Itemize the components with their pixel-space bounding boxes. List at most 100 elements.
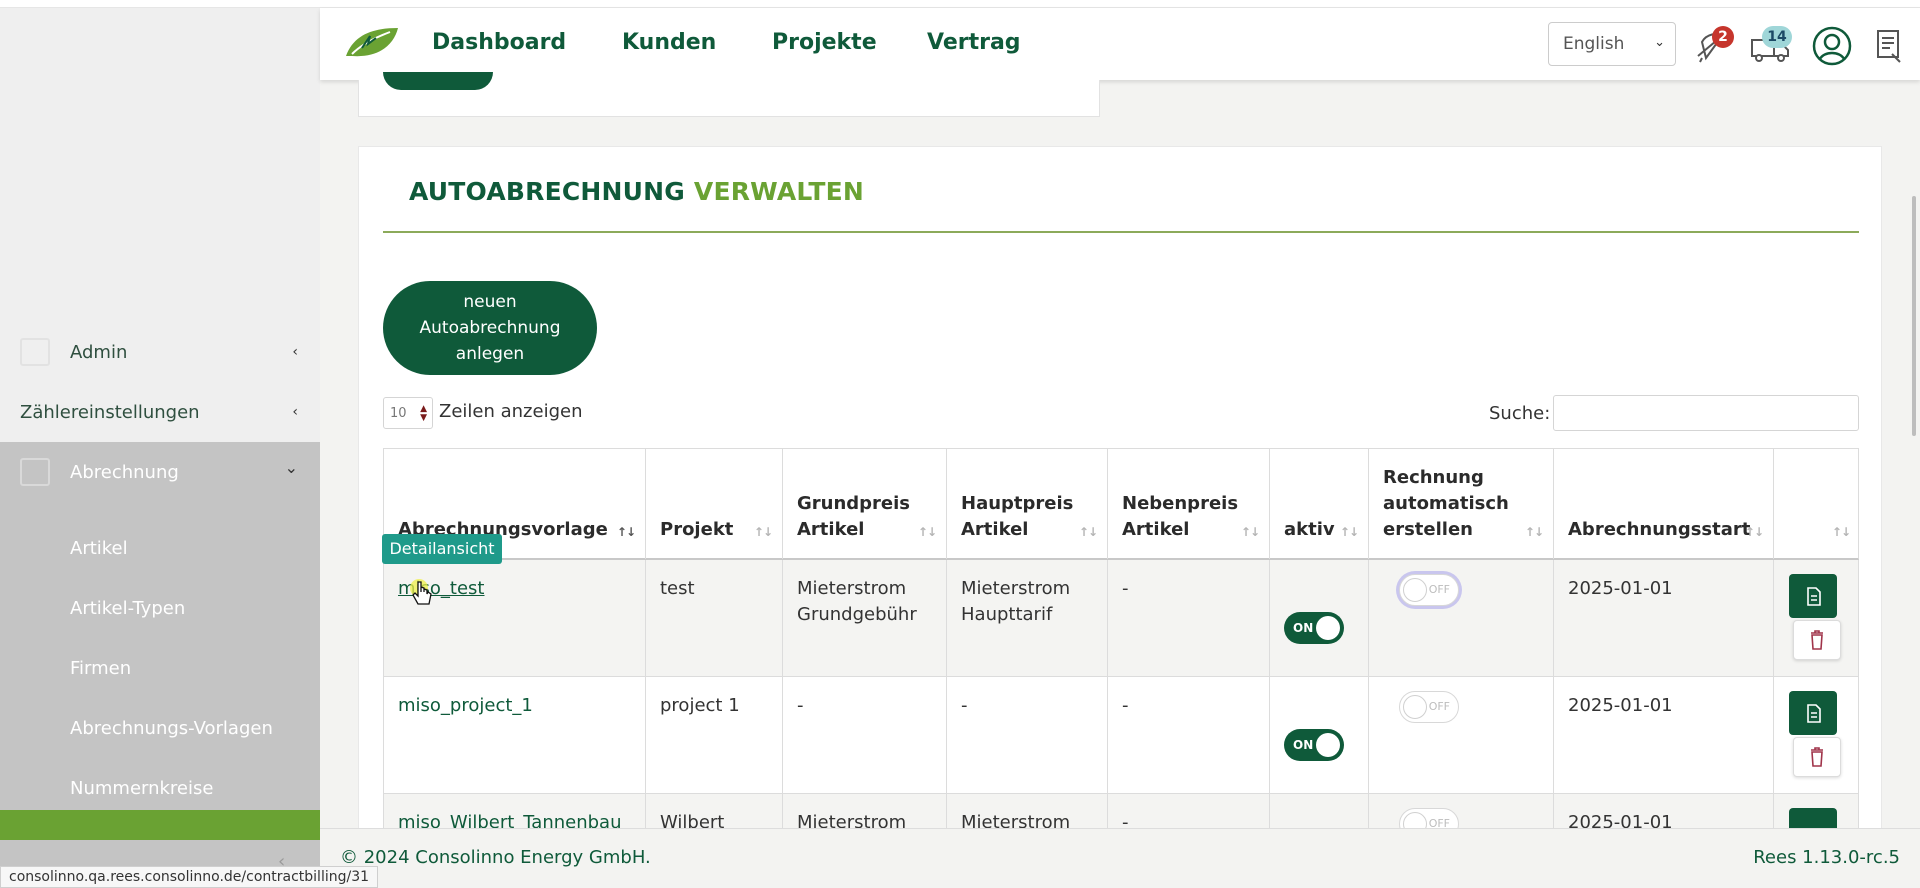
top-header: Dashboard Kunden Projekte Vertrag Englis… bbox=[320, 8, 1920, 80]
aktiv-toggle[interactable]: ON bbox=[1284, 729, 1344, 761]
cell-text: - bbox=[1122, 695, 1129, 716]
sidebar-item-label: Admin bbox=[70, 341, 128, 363]
column-label: Artikel bbox=[961, 519, 1029, 540]
sidebar-item-label: Abrechnung bbox=[70, 461, 179, 483]
sidebar-subitem-firmen[interactable]: Firmen bbox=[70, 658, 131, 679]
search-input[interactable] bbox=[1553, 395, 1859, 431]
table-header: Abrechnungsvorlage ↑↓ Projekt ↑↓ Grundpr… bbox=[383, 448, 1859, 560]
sort-icon: ↑↓ bbox=[1524, 525, 1544, 539]
column-label: aktiv bbox=[1284, 519, 1335, 540]
cell-projekt: project 1 bbox=[646, 677, 783, 793]
cell-nebenpreis: - bbox=[1108, 560, 1270, 676]
invoice-icon bbox=[20, 458, 50, 486]
cell-grundpreis: Mieterstrom Grundgebühr bbox=[783, 560, 947, 676]
toggle-knob bbox=[1403, 695, 1427, 719]
toggle-label: ON bbox=[1293, 738, 1314, 752]
column-header-abrechnungsstart[interactable]: Abrechnungsstart ↑↓ bbox=[1554, 449, 1774, 559]
cell-start: 2025-01-01 bbox=[1554, 560, 1774, 676]
nav-vertrag[interactable]: Vertrag bbox=[927, 30, 1021, 55]
version-text: Rees 1.13.0-rc.5 bbox=[1753, 847, 1900, 868]
sort-icon: ↑↓ bbox=[1240, 525, 1260, 539]
aktiv-toggle[interactable]: ON bbox=[1284, 612, 1344, 644]
delete-button[interactable] bbox=[1793, 620, 1841, 660]
cell-actions bbox=[1774, 560, 1860, 676]
sidebar-subitem-artikel-typen[interactable]: Artikel-Typen bbox=[70, 598, 185, 619]
nav-dashboard[interactable]: Dashboard bbox=[432, 30, 566, 55]
sidebar-subitem-abrechnungs-vorlagen[interactable]: Abrechnungs-Vorlagen bbox=[70, 718, 273, 739]
cell-hauptpreis: Mieterstrom Haupttarif bbox=[947, 560, 1108, 676]
cell-auto: OFF bbox=[1369, 560, 1554, 676]
toggle-knob bbox=[1403, 578, 1427, 602]
auto-invoice-toggle[interactable]: OFF bbox=[1399, 691, 1459, 723]
column-header-actions[interactable]: ↑↓ bbox=[1774, 449, 1860, 559]
nav-projekte[interactable]: Projekte bbox=[772, 30, 877, 55]
column-header-grundpreis-artikel[interactable]: Grundpreis Artikel ↑↓ bbox=[783, 449, 947, 559]
cell-text: project 1 bbox=[660, 695, 740, 716]
cell-aktiv: ON bbox=[1270, 677, 1369, 793]
column-label: Abrechnungsstart bbox=[1568, 519, 1751, 540]
trash-icon bbox=[1811, 630, 1823, 650]
page-size-select[interactable]: 10 ▲ ▼ bbox=[383, 397, 433, 429]
column-header-projekt[interactable]: Projekt ↑↓ bbox=[646, 449, 783, 559]
page-title-part1: AUTOABRECHNUNG bbox=[409, 177, 685, 206]
column-label: Artikel bbox=[1122, 519, 1190, 540]
autoabrechnung-card: AUTOABRECHNUNG VERWALTEN neuen Autoabrec… bbox=[358, 146, 1882, 888]
page-title: AUTOABRECHNUNG VERWALTEN bbox=[409, 177, 864, 206]
sidebar: Admin ‹ Zählereinstellungen ‹ Abrechnung… bbox=[0, 8, 320, 888]
sidebar-subitem-active[interactable] bbox=[0, 810, 320, 840]
leaf-logo-icon[interactable] bbox=[344, 26, 400, 60]
toggle-label: ON bbox=[1293, 621, 1314, 635]
cell-text: test bbox=[660, 578, 695, 599]
table-row: miso_project_1 project 1 - - - ON OFF 20… bbox=[383, 677, 1859, 794]
language-select-value: English bbox=[1563, 34, 1625, 54]
auto-invoice-toggle[interactable]: OFF bbox=[1399, 574, 1459, 606]
detail-tooltip: Detailansicht bbox=[382, 534, 502, 564]
document-button[interactable] bbox=[1789, 574, 1837, 618]
new-autoabrechnung-button[interactable]: neuen Autoabrechnung anlegen bbox=[383, 281, 597, 375]
sidebar-item-admin[interactable]: Admin ‹ bbox=[0, 322, 320, 382]
sidebar-subitem-nummernkreise[interactable]: Nummernkreise bbox=[70, 778, 213, 799]
button-line: Autoabrechnung bbox=[419, 318, 561, 338]
page-size-value: 10 bbox=[390, 406, 407, 421]
document-button[interactable] bbox=[1789, 691, 1837, 735]
toggle-knob bbox=[1316, 733, 1340, 757]
previous-card-button[interactable] bbox=[383, 72, 493, 90]
column-header-nebenpreis-artikel[interactable]: Nebenpreis Artikel ↑↓ bbox=[1108, 449, 1270, 559]
copyright-text: © 2024 Consolinno Energy GmbH. bbox=[340, 847, 651, 868]
page-scrollbar[interactable] bbox=[1912, 196, 1916, 436]
cell-vorlage: miso_project_1 bbox=[384, 677, 646, 793]
cell-aktiv: ON bbox=[1270, 560, 1369, 676]
cell-start: 2025-01-01 bbox=[1554, 677, 1774, 793]
button-line: neuen bbox=[463, 292, 517, 312]
cell-text: Grundgebühr bbox=[797, 604, 917, 625]
cell-text: - bbox=[961, 695, 968, 716]
sort-icon: ↑↓ bbox=[1339, 525, 1359, 539]
column-header-hauptpreis-artikel[interactable]: Hauptpreis Artikel ↑↓ bbox=[947, 449, 1108, 559]
button-line: anlegen bbox=[455, 344, 525, 364]
document-icon bbox=[1807, 704, 1821, 723]
footer: © 2024 Consolinno Energy GmbH. Rees 1.13… bbox=[320, 828, 1920, 888]
column-label: Rechnung bbox=[1383, 467, 1484, 488]
sidebar-item-zaehlereinstellungen[interactable]: Zählereinstellungen ‹ bbox=[0, 382, 320, 442]
toggle-label: OFF bbox=[1428, 700, 1450, 713]
sidebar-subitem-artikel[interactable]: Artikel bbox=[70, 538, 128, 559]
user-icon[interactable] bbox=[1812, 26, 1852, 66]
nav-kunden[interactable]: Kunden bbox=[622, 30, 716, 55]
contract-icon[interactable] bbox=[1874, 28, 1904, 64]
cell-text: Mieterstrom bbox=[961, 578, 1071, 599]
sidebar-item-label: Zählereinstellungen bbox=[20, 401, 200, 423]
cell-text: - bbox=[1122, 578, 1129, 599]
sidebar-item-abrechnung[interactable]: Abrechnung ⌄ bbox=[0, 442, 320, 502]
document-icon bbox=[1807, 587, 1821, 606]
spinner-icon: ▲ ▼ bbox=[420, 404, 427, 423]
cell-hauptpreis: - bbox=[947, 677, 1108, 793]
vorlage-link[interactable]: miso_project_1 bbox=[398, 693, 533, 719]
column-header-rechnung-automatisch-erstellen[interactable]: Rechnung automatisch erstellen ↑↓ bbox=[1369, 449, 1554, 559]
column-label: Grundpreis bbox=[797, 493, 911, 514]
column-header-aktiv[interactable]: aktiv ↑↓ bbox=[1270, 449, 1369, 559]
cell-text: 2025-01-01 bbox=[1568, 578, 1673, 599]
hand-cursor-icon bbox=[410, 579, 432, 605]
delete-button[interactable] bbox=[1793, 737, 1841, 777]
language-select[interactable]: English ⌄ bbox=[1548, 22, 1676, 66]
toggle-knob bbox=[1316, 616, 1340, 640]
